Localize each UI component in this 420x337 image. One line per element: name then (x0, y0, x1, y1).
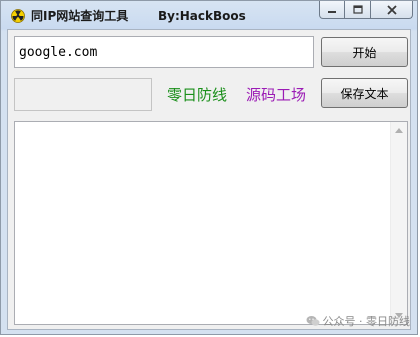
maximize-icon (352, 5, 363, 14)
vertical-scrollbar[interactable] (390, 122, 407, 324)
link-zero-day-defense[interactable]: 零日防线 (167, 85, 227, 105)
title-bar[interactable]: 同IP网站查询工具 By:HackBoos (1, 1, 417, 31)
close-icon (386, 4, 397, 15)
window-controls (319, 1, 413, 19)
scroll-up-arrow-icon (395, 128, 403, 133)
save-text-button[interactable]: 保存文本 (321, 78, 408, 108)
wechat-icon (306, 316, 319, 326)
status-box (14, 78, 152, 111)
app-window: 同IP网站查询工具 By:HackBoos 开始 (0, 0, 418, 335)
start-button[interactable]: 开始 (321, 37, 408, 67)
watermark: 公众号 · 零日防线 (306, 313, 411, 329)
radiation-icon (11, 9, 25, 23)
output-textarea[interactable] (14, 121, 408, 325)
window-title: 同IP网站查询工具 (31, 9, 129, 23)
maximize-button[interactable] (345, 1, 371, 19)
close-button[interactable] (371, 1, 413, 19)
domain-input[interactable] (14, 36, 314, 68)
minimize-icon (328, 10, 336, 13)
client-area: 开始 零日防线 源码工场 保存文本 (7, 29, 411, 330)
link-source-workshop[interactable]: 源码工场 (246, 85, 306, 105)
watermark-text: 公众号 · 零日防线 (322, 315, 411, 328)
minimize-button[interactable] (319, 1, 345, 19)
window-author: By:HackBoos (158, 9, 246, 23)
scroll-up-button[interactable] (391, 122, 407, 139)
